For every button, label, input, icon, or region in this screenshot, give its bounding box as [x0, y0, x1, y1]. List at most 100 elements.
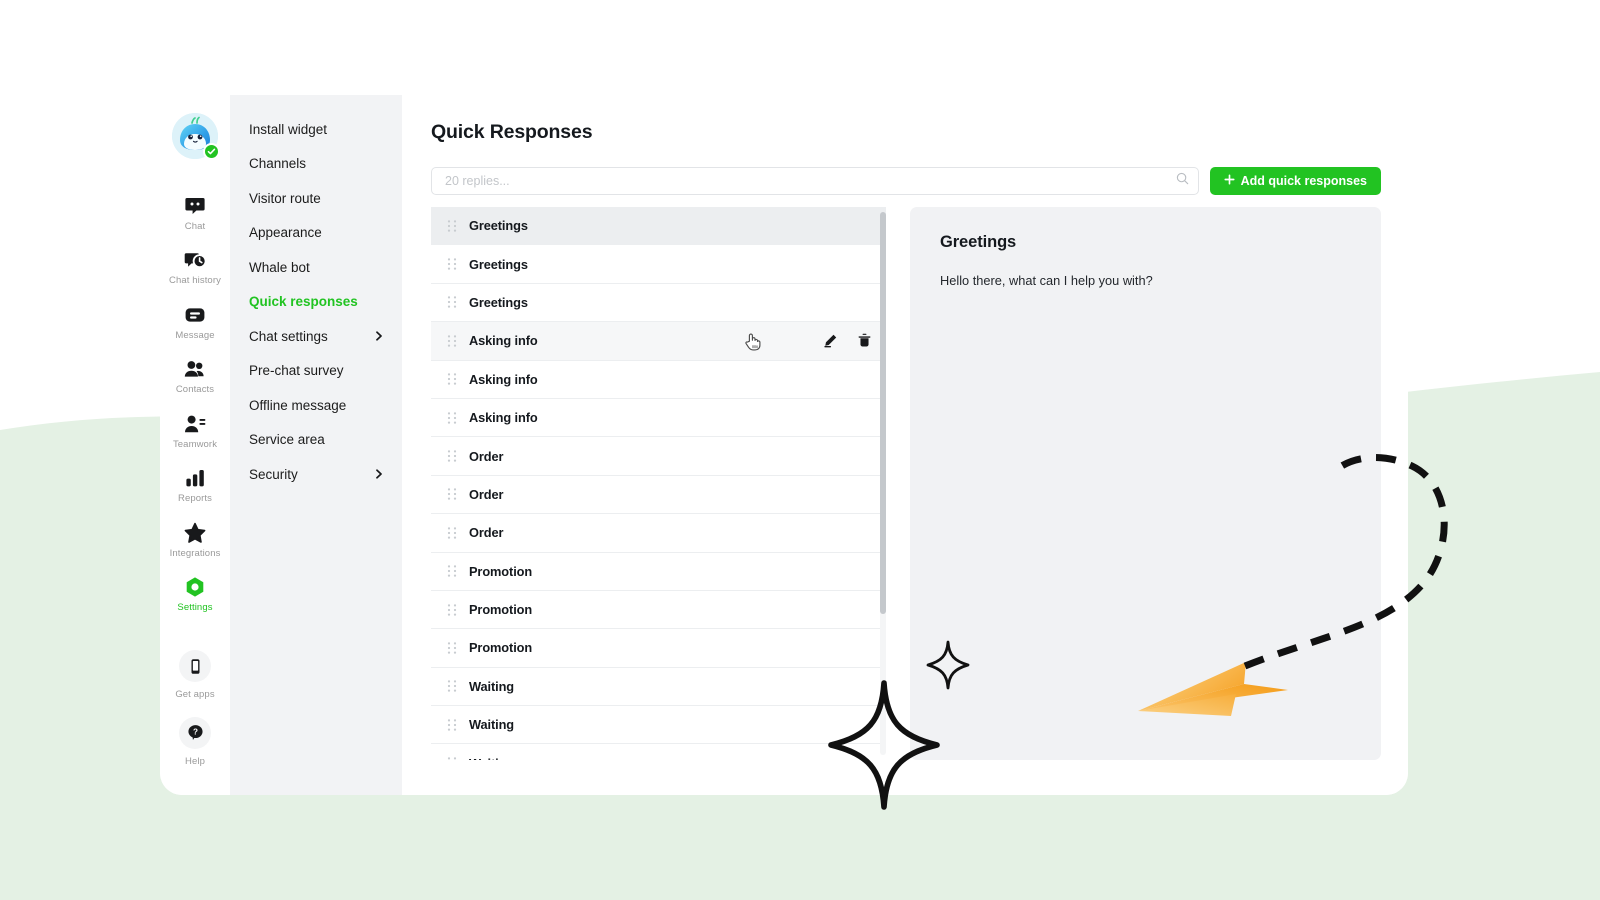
search-icon[interactable] [1176, 172, 1189, 190]
avatar[interactable] [172, 113, 220, 160]
drag-handle-icon[interactable] [447, 603, 457, 617]
subnav-item-label: Offline message [249, 397, 347, 413]
quick-response-row[interactable]: Waiting [431, 667, 886, 707]
subnav-item-label: Pre-chat survey [249, 363, 344, 379]
drag-handle-icon[interactable] [447, 564, 457, 578]
subnav-item-pre-chat-survey[interactable]: Pre-chat survey [230, 354, 402, 389]
sidebar-item-integrations[interactable]: Integrations [160, 512, 230, 566]
subnav-item-label: Chat settings [249, 328, 328, 344]
drag-handle-icon[interactable] [447, 372, 457, 386]
mobile-phone-icon [179, 650, 211, 683]
drag-handle-icon[interactable] [447, 756, 457, 760]
message-icon [183, 303, 207, 327]
quick-response-row[interactable]: Asking info [431, 322, 886, 361]
page-title: Quick Responses [431, 121, 593, 143]
sidebar-item-chat[interactable]: Chat [160, 185, 230, 239]
quick-response-label: Order [469, 525, 504, 541]
drag-handle-icon[interactable] [447, 641, 457, 655]
question-help-icon: ? [179, 716, 211, 749]
quick-response-row[interactable]: Greetings [431, 207, 886, 246]
subnav-item-visitor-route[interactable]: Visitor route [230, 181, 402, 216]
svg-text:?: ? [193, 728, 198, 737]
sidebar-item-reports[interactable]: Reports [160, 457, 230, 511]
bar-chart-icon [183, 466, 207, 490]
sidebar-item-message[interactable]: Message [160, 294, 230, 348]
sidebar-item-label: Reports [178, 493, 212, 505]
quick-response-row[interactable]: Order [431, 475, 886, 515]
drag-handle-icon[interactable] [447, 411, 457, 425]
search-input[interactable] [445, 174, 1176, 188]
check-badge-icon [203, 143, 220, 160]
quick-response-label: Promotion [469, 602, 533, 618]
subnav-item-label: Whale bot [249, 259, 310, 275]
drag-handle-icon[interactable] [447, 526, 457, 540]
subnav-item-quick-responses[interactable]: Quick responses [230, 285, 402, 320]
quick-response-row[interactable]: Order [431, 514, 886, 553]
sidebar-item-get-apps[interactable]: Get apps [160, 640, 230, 706]
sidebar-item-label: Message [175, 329, 215, 341]
history-clock-icon [183, 248, 207, 272]
drag-handle-icon[interactable] [447, 679, 457, 693]
quick-response-row[interactable]: Order [431, 437, 886, 476]
pointing-hand-cursor [744, 332, 761, 352]
toolbar: Add quick responses [431, 167, 1381, 195]
quick-response-row[interactable]: Promotion [431, 590, 886, 630]
subnav-item-label: Service area [249, 432, 325, 448]
drag-handle-icon[interactable] [447, 487, 457, 501]
quick-response-row[interactable]: Waiting [431, 744, 886, 760]
rail-bottom-group: Get apps ? Help [160, 640, 230, 795]
sidebar-item-label: Chat [184, 221, 206, 232]
subnav-item-whale-bot[interactable]: Whale bot [230, 250, 402, 285]
quick-response-label: Promotion [469, 563, 533, 579]
subnav-item-appearance[interactable]: Appearance [230, 216, 402, 251]
subnav-item-security[interactable]: Security [230, 457, 402, 492]
list-scrollbar-thumb[interactable] [880, 212, 886, 614]
quick-response-row[interactable]: Promotion [431, 552, 886, 591]
sidebar-item-settings[interactable]: Settings [160, 566, 230, 620]
star-icon [183, 521, 207, 545]
subnav-item-label: Visitor route [249, 190, 321, 206]
detail-body: Hello there, what can I help you with? [940, 273, 1153, 288]
quick-response-label: Asking info [469, 371, 538, 387]
drag-handle-icon[interactable] [447, 295, 457, 309]
quick-response-row[interactable]: Greetings [431, 245, 886, 284]
sidebar-item-label: Contacts [175, 384, 215, 396]
quick-response-row[interactable]: Waiting [431, 706, 886, 745]
trash-delete-icon[interactable] [857, 333, 872, 348]
list-scrollbar[interactable] [880, 212, 886, 755]
drag-handle-icon[interactable] [447, 257, 457, 271]
subnav-item-offline-message[interactable]: Offline message [230, 388, 402, 423]
sidebar-item-help[interactable]: ? Help [160, 707, 230, 773]
sidebar-item-contacts[interactable]: Contacts [160, 348, 230, 402]
detail-title: Greetings [940, 233, 1017, 251]
drag-handle-icon[interactable] [447, 219, 457, 233]
contacts-icon [183, 357, 207, 381]
subnav-item-channels[interactable]: Channels [230, 147, 402, 182]
drag-handle-icon[interactable] [447, 334, 457, 348]
add-quick-responses-button[interactable]: Add quick responses [1209, 167, 1381, 195]
quick-response-row[interactable]: Greetings [431, 283, 886, 323]
quick-response-row[interactable]: Promotion [431, 629, 886, 668]
quick-response-row[interactable]: Asking info [431, 398, 886, 438]
edit-pencil-icon[interactable] [823, 333, 838, 348]
quick-response-label: Greetings [469, 256, 528, 272]
page-root: Chat Chat history Message Contacts Teamw… [0, 0, 1600, 900]
quick-response-label: Order [469, 448, 504, 464]
subnav-item-install-widget[interactable]: Install widget [230, 112, 402, 147]
subnav-item-service-area[interactable]: Service area [230, 423, 402, 458]
sidebar-item-label: Integrations [169, 547, 221, 559]
subnav-item-label: Install widget [249, 121, 328, 137]
chevron-right-icon [373, 330, 385, 342]
sidebar-item-teamwork[interactable]: Teamwork [160, 403, 230, 457]
subnav-item-label: Appearance [249, 225, 322, 241]
subnav-item-label: Quick responses [249, 294, 358, 310]
quick-response-label: Promotion [469, 640, 533, 656]
quick-response-label: Greetings [469, 218, 528, 234]
drag-handle-icon[interactable] [447, 718, 457, 732]
sidebar-item-chat-history[interactable]: Chat history [160, 239, 230, 293]
subnav-item-chat-settings[interactable]: Chat settings [230, 319, 402, 354]
drag-handle-icon[interactable] [447, 449, 457, 463]
search-box[interactable] [431, 167, 1199, 195]
quick-response-row[interactable]: Asking info [431, 360, 886, 399]
content-panes: Greetings Greetings Greetings Asking info As… [431, 207, 1381, 760]
